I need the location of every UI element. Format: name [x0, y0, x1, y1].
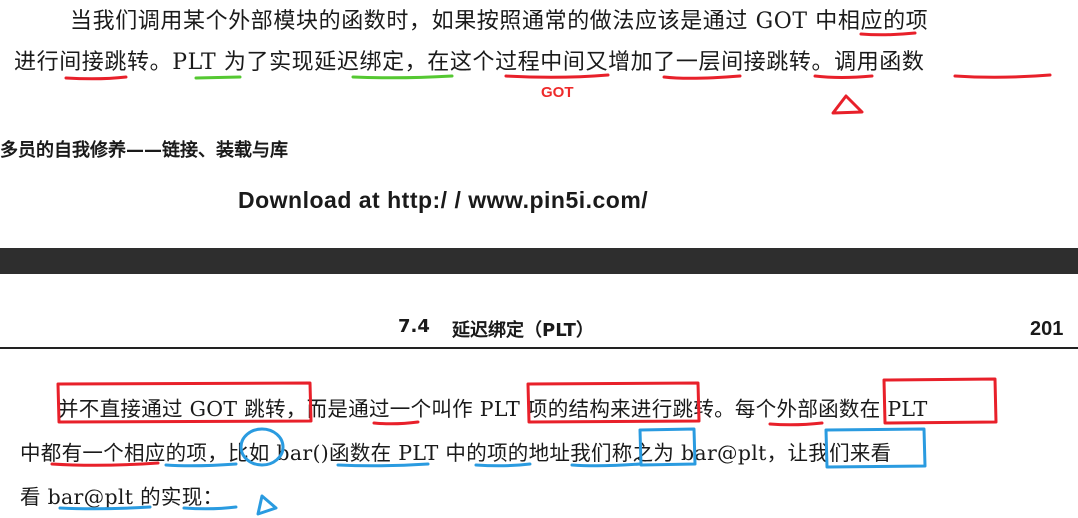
red-underlines-top [64, 31, 1052, 81]
blue-underlines-body [58, 462, 642, 511]
red-boxes-body [56, 377, 998, 425]
triangle-mark-icon [831, 94, 864, 115]
blue-triangle-mark-icon [256, 494, 278, 516]
green-underlines-top [194, 74, 454, 80]
red-underlines-body [50, 420, 824, 467]
handwritten-annotations [50, 31, 1052, 516]
blue-shapes-body [239, 427, 927, 469]
